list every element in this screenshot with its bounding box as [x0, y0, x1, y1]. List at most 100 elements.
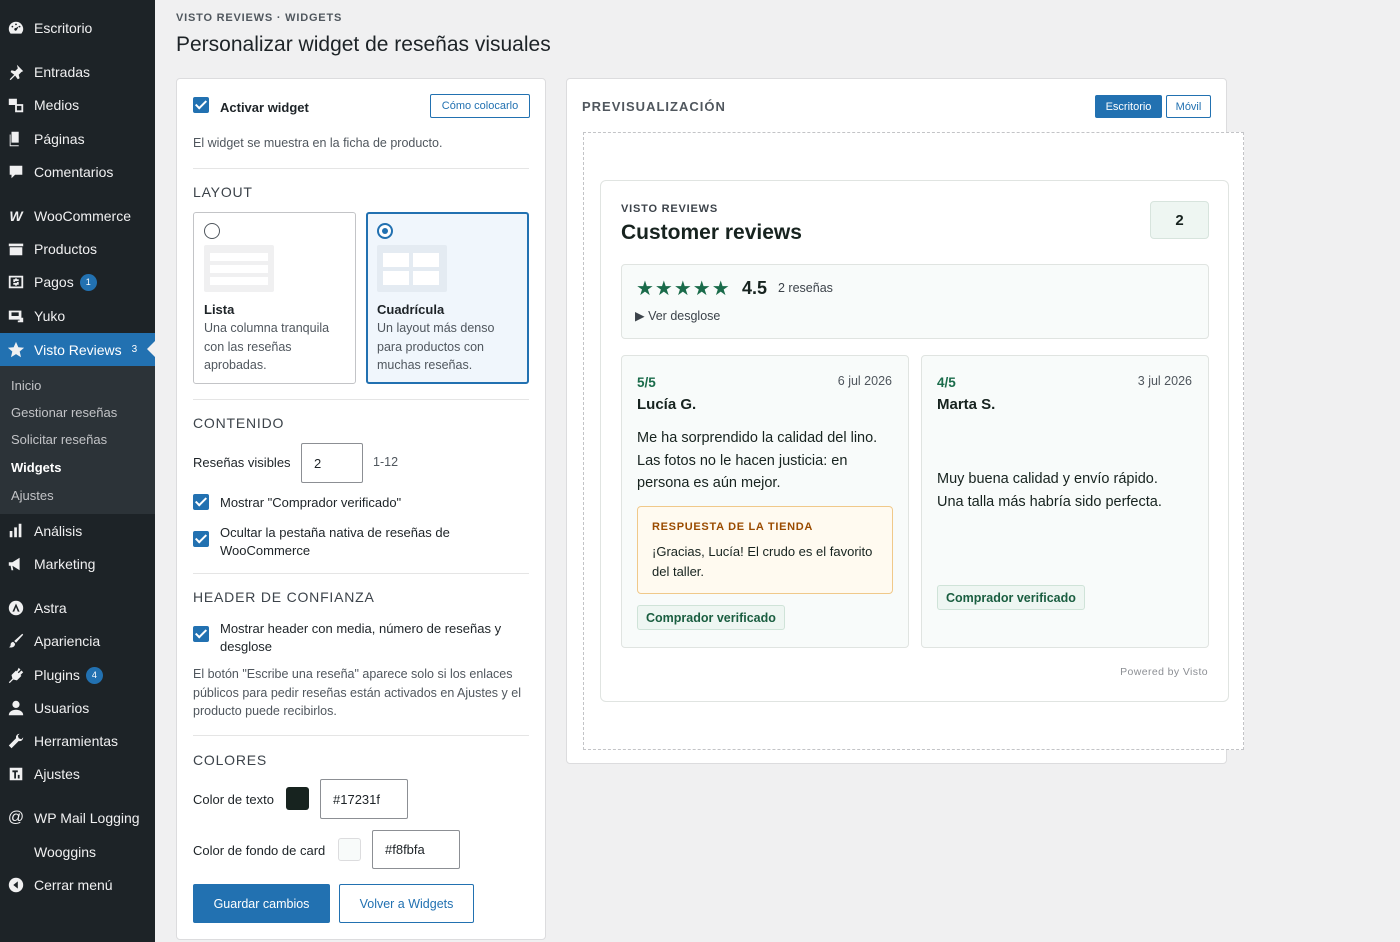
menu-item-wp-mail-logging[interactable]: @ WP Mail Logging	[0, 803, 155, 833]
menu-item-marketing[interactable]: Marketing	[0, 549, 155, 579]
back-to-widgets-button[interactable]: Volver a Widgets	[339, 884, 474, 923]
menu-item-herramientas[interactable]: Herramientas	[0, 726, 155, 756]
show-verified-checkbox[interactable]	[193, 494, 209, 510]
menu-item-wooggins[interactable]: Wooggins	[0, 837, 155, 867]
dashboard-icon	[6, 18, 26, 38]
mobile-toggle[interactable]: Móvil	[1166, 95, 1211, 118]
trust-header-checkbox[interactable]	[193, 626, 209, 642]
card-bg-input[interactable]: #f8fbfa	[372, 830, 460, 869]
collapse-menu-button[interactable]: Cerrar menú	[0, 870, 155, 900]
menu-item-paginas[interactable]: Páginas	[0, 124, 155, 154]
content-heading: CONTENIDO	[193, 415, 285, 431]
woo-icon: W	[9, 208, 23, 224]
preview-heading: PREVISUALIZACIÓN	[582, 99, 726, 114]
plugins-count-badge: 4	[85, 666, 103, 684]
pages-icon	[6, 129, 26, 149]
menu-label: Comentarios	[34, 164, 114, 180]
review-card: 5/5 6 jul 2026 Lucía G. Me ha sorprendid…	[621, 355, 909, 648]
preview-panel: PREVISUALIZACIÓN Escritorio Móvil VISTO …	[566, 78, 1244, 764]
menu-label: Medios	[34, 97, 80, 113]
menu-label: Ajustes	[34, 766, 80, 782]
brush-icon	[6, 631, 26, 651]
text-color-swatch[interactable]	[286, 787, 309, 810]
breakdown-toggle[interactable]: ▶ Ver desglose	[635, 308, 720, 323]
menu-item-yuko[interactable]: Yuko	[0, 301, 155, 331]
menu-item-woocommerce[interactable]: W WooCommerce	[0, 201, 155, 231]
trust-heading: HEADER DE CONFIANZA	[193, 589, 375, 605]
menu-item-productos[interactable]: Productos	[0, 234, 155, 264]
wooggins-icon	[6, 842, 26, 862]
trust-header-label: Mostrar header con media, número de rese…	[220, 621, 502, 654]
widget-eyebrow: VISTO REVIEWS	[621, 203, 718, 215]
menu-label: Entradas	[34, 64, 91, 80]
card-bg-swatch[interactable]	[338, 838, 361, 861]
analytics-icon	[6, 521, 26, 541]
collapse-icon	[6, 875, 26, 895]
menu-item-escritorio[interactable]: Escritorio	[0, 13, 155, 43]
settings-panel: Activar widget Cómo colocarlo El widget …	[176, 78, 546, 940]
submenu-inicio[interactable]: Inicio	[11, 378, 41, 393]
visible-reviews-label: Reseñas visibles	[193, 455, 291, 470]
menu-item-plugins[interactable]: Plugins 4	[0, 660, 155, 690]
pin-icon	[6, 62, 26, 82]
cuadricula-radio[interactable]	[377, 223, 393, 239]
visible-reviews-input[interactable]: 2	[301, 443, 363, 483]
cuadricula-title: Cuadrícula	[377, 302, 445, 317]
menu-item-analisis[interactable]: Análisis	[0, 516, 155, 546]
layout-option-cuadricula[interactable]: Cuadrícula Un layout más denso para prod…	[366, 212, 529, 384]
submenu-widgets[interactable]: Widgets	[11, 460, 61, 475]
menu-item-medios[interactable]: Medios	[0, 90, 155, 120]
menu-label: Visto Reviews	[34, 341, 122, 358]
colors-heading: COLORES	[193, 752, 268, 768]
settings-icon	[6, 764, 26, 784]
menu-item-usuarios[interactable]: Usuarios	[0, 693, 155, 723]
menu-item-visto-reviews[interactable]: Visto Reviews 3	[0, 333, 155, 366]
save-button[interactable]: Guardar cambios	[193, 884, 330, 923]
menu-item-pagos[interactable]: Pagos 1	[0, 267, 155, 297]
lista-radio[interactable]	[204, 223, 220, 239]
how-to-place-button[interactable]: Cómo colocarlo	[430, 94, 530, 118]
admin-sidebar: Escritorio Entradas Medios Páginas Comen…	[0, 0, 155, 942]
reviews-count-text: 2 reseñas	[778, 281, 833, 295]
plugin-icon	[6, 665, 26, 685]
menu-label: Usuarios	[34, 700, 90, 716]
hide-native-tab-label: Ocultar la pestaña nativa de reseñas de …	[220, 525, 450, 558]
menu-item-ajustes[interactable]: Ajustes	[0, 759, 155, 789]
review-score: 5/5	[637, 375, 656, 390]
menu-label: Páginas	[34, 131, 85, 147]
menu-label: WP Mail Logging	[34, 810, 140, 826]
yuko-icon	[6, 306, 26, 326]
menu-item-entradas[interactable]: Entradas	[0, 57, 155, 87]
submenu-gestionar[interactable]: Gestionar reseñas	[11, 405, 117, 420]
cuadricula-desc: Un layout más denso para productos con m…	[377, 321, 495, 372]
rating-stars: ★★★★★	[636, 278, 731, 300]
menu-item-comentarios[interactable]: Comentarios	[0, 157, 155, 187]
powered-by: Powered by Visto	[1120, 666, 1208, 678]
menu-item-apariencia[interactable]: Apariencia	[0, 626, 155, 656]
lista-desc: Una columna tranquila con las reseñas ap…	[204, 321, 330, 372]
submenu-solicitar[interactable]: Solicitar reseñas	[11, 432, 107, 447]
reviews-widget: VISTO REVIEWS Customer reviews 2 ★★★★★ 4…	[600, 180, 1229, 702]
submenu-ajustes[interactable]: Ajustes	[11, 488, 54, 503]
store-reply: RESPUESTA DE LA TIENDA ¡Gracias, Lucía! …	[637, 506, 893, 594]
review-text: Muy buena calidad y envío rápido. Una ta…	[937, 471, 1162, 510]
layout-heading: LAYOUT	[193, 184, 253, 200]
list-layout-thumbnail	[204, 245, 274, 292]
at-icon: @	[7, 809, 25, 826]
show-verified-label: Mostrar "Comprador verificado"	[220, 495, 402, 510]
review-count-box: 2	[1150, 201, 1209, 239]
review-score: 4/5	[937, 375, 956, 390]
menu-item-astra[interactable]: Astra	[0, 593, 155, 623]
menu-label: Análisis	[34, 523, 83, 539]
reviewer-name: Marta S.	[937, 396, 996, 413]
desktop-toggle[interactable]: Escritorio	[1095, 95, 1162, 118]
activate-widget-checkbox[interactable]	[193, 97, 209, 113]
text-color-input[interactable]: #17231f	[320, 779, 408, 819]
menu-label: Escritorio	[34, 20, 93, 36]
layout-option-lista[interactable]: Lista Una columna tranquila con las rese…	[193, 212, 356, 384]
hide-native-tab-checkbox[interactable]	[193, 531, 209, 547]
menu-label: Pagos	[34, 274, 74, 290]
visto-submenu: Inicio Gestionar reseñas Solicitar reseñ…	[0, 366, 155, 514]
grid-layout-thumbnail	[377, 245, 447, 292]
review-date: 6 jul 2026	[837, 374, 892, 388]
